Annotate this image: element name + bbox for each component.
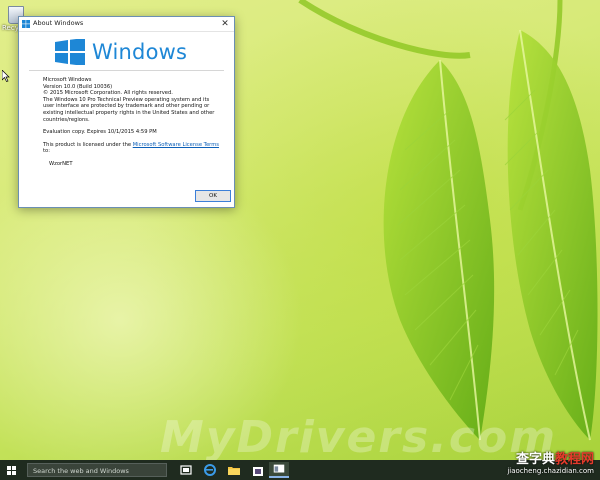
- licensee-name: WzorNET: [49, 160, 73, 167]
- ok-button[interactable]: OK: [195, 190, 231, 202]
- close-icon[interactable]: ✕: [216, 17, 234, 31]
- store-icon[interactable]: [248, 462, 268, 478]
- taskbar-search-input[interactable]: Search the web and Windows: [27, 463, 167, 477]
- license-text: This product is licensed under the Micro…: [43, 142, 221, 155]
- site-watermark-title: 查字典教程网: [515, 452, 594, 467]
- license-suffix: to:: [43, 148, 50, 155]
- app-window-icon[interactable]: [269, 462, 289, 478]
- site-watermark-url: jiaocheng.chazidian.com: [507, 467, 594, 475]
- license-terms-link[interactable]: Microsoft Software License Terms: [133, 142, 219, 148]
- start-button[interactable]: [0, 460, 24, 480]
- dialog-titlebar[interactable]: About Windows ✕: [19, 17, 234, 32]
- edge-icon[interactable]: [200, 462, 220, 478]
- watermark-text: MyDrivers.com: [160, 412, 558, 460]
- file-explorer-icon[interactable]: [224, 462, 244, 478]
- windows-wordmark: Windows: [92, 40, 188, 64]
- description-text: The Windows 10 Pro Technical Preview ope…: [43, 96, 215, 123]
- product-name: Microsoft Windows: [43, 77, 92, 83]
- task-view-icon[interactable]: [176, 462, 196, 478]
- mouse-cursor-icon: [2, 70, 10, 82]
- evaluation-text: Evaluation copy. Expires 10/1/2015 4:59 …: [43, 129, 157, 136]
- windows-logo-icon: [55, 39, 85, 65]
- about-windows-dialog: About Windows ✕ Windows Microsoft Window…: [18, 16, 235, 208]
- site-watermark: 查字典教程网 jiaocheng.chazidian.com: [507, 448, 594, 475]
- license-prefix: This product is licensed under the: [43, 141, 133, 148]
- desktop: Recycle Bin About Windows ✕ Windows Micr…: [0, 0, 600, 460]
- start-icon: [7, 466, 11, 470]
- copyright-text: © 2015 Microsoft Corporation. All rights…: [43, 90, 173, 97]
- about-info: Microsoft Windows Version 10.0 (Build 10…: [43, 77, 221, 168]
- divider: [29, 70, 224, 71]
- windows-logo-icon: [22, 20, 30, 28]
- dialog-title: About Windows: [33, 19, 84, 27]
